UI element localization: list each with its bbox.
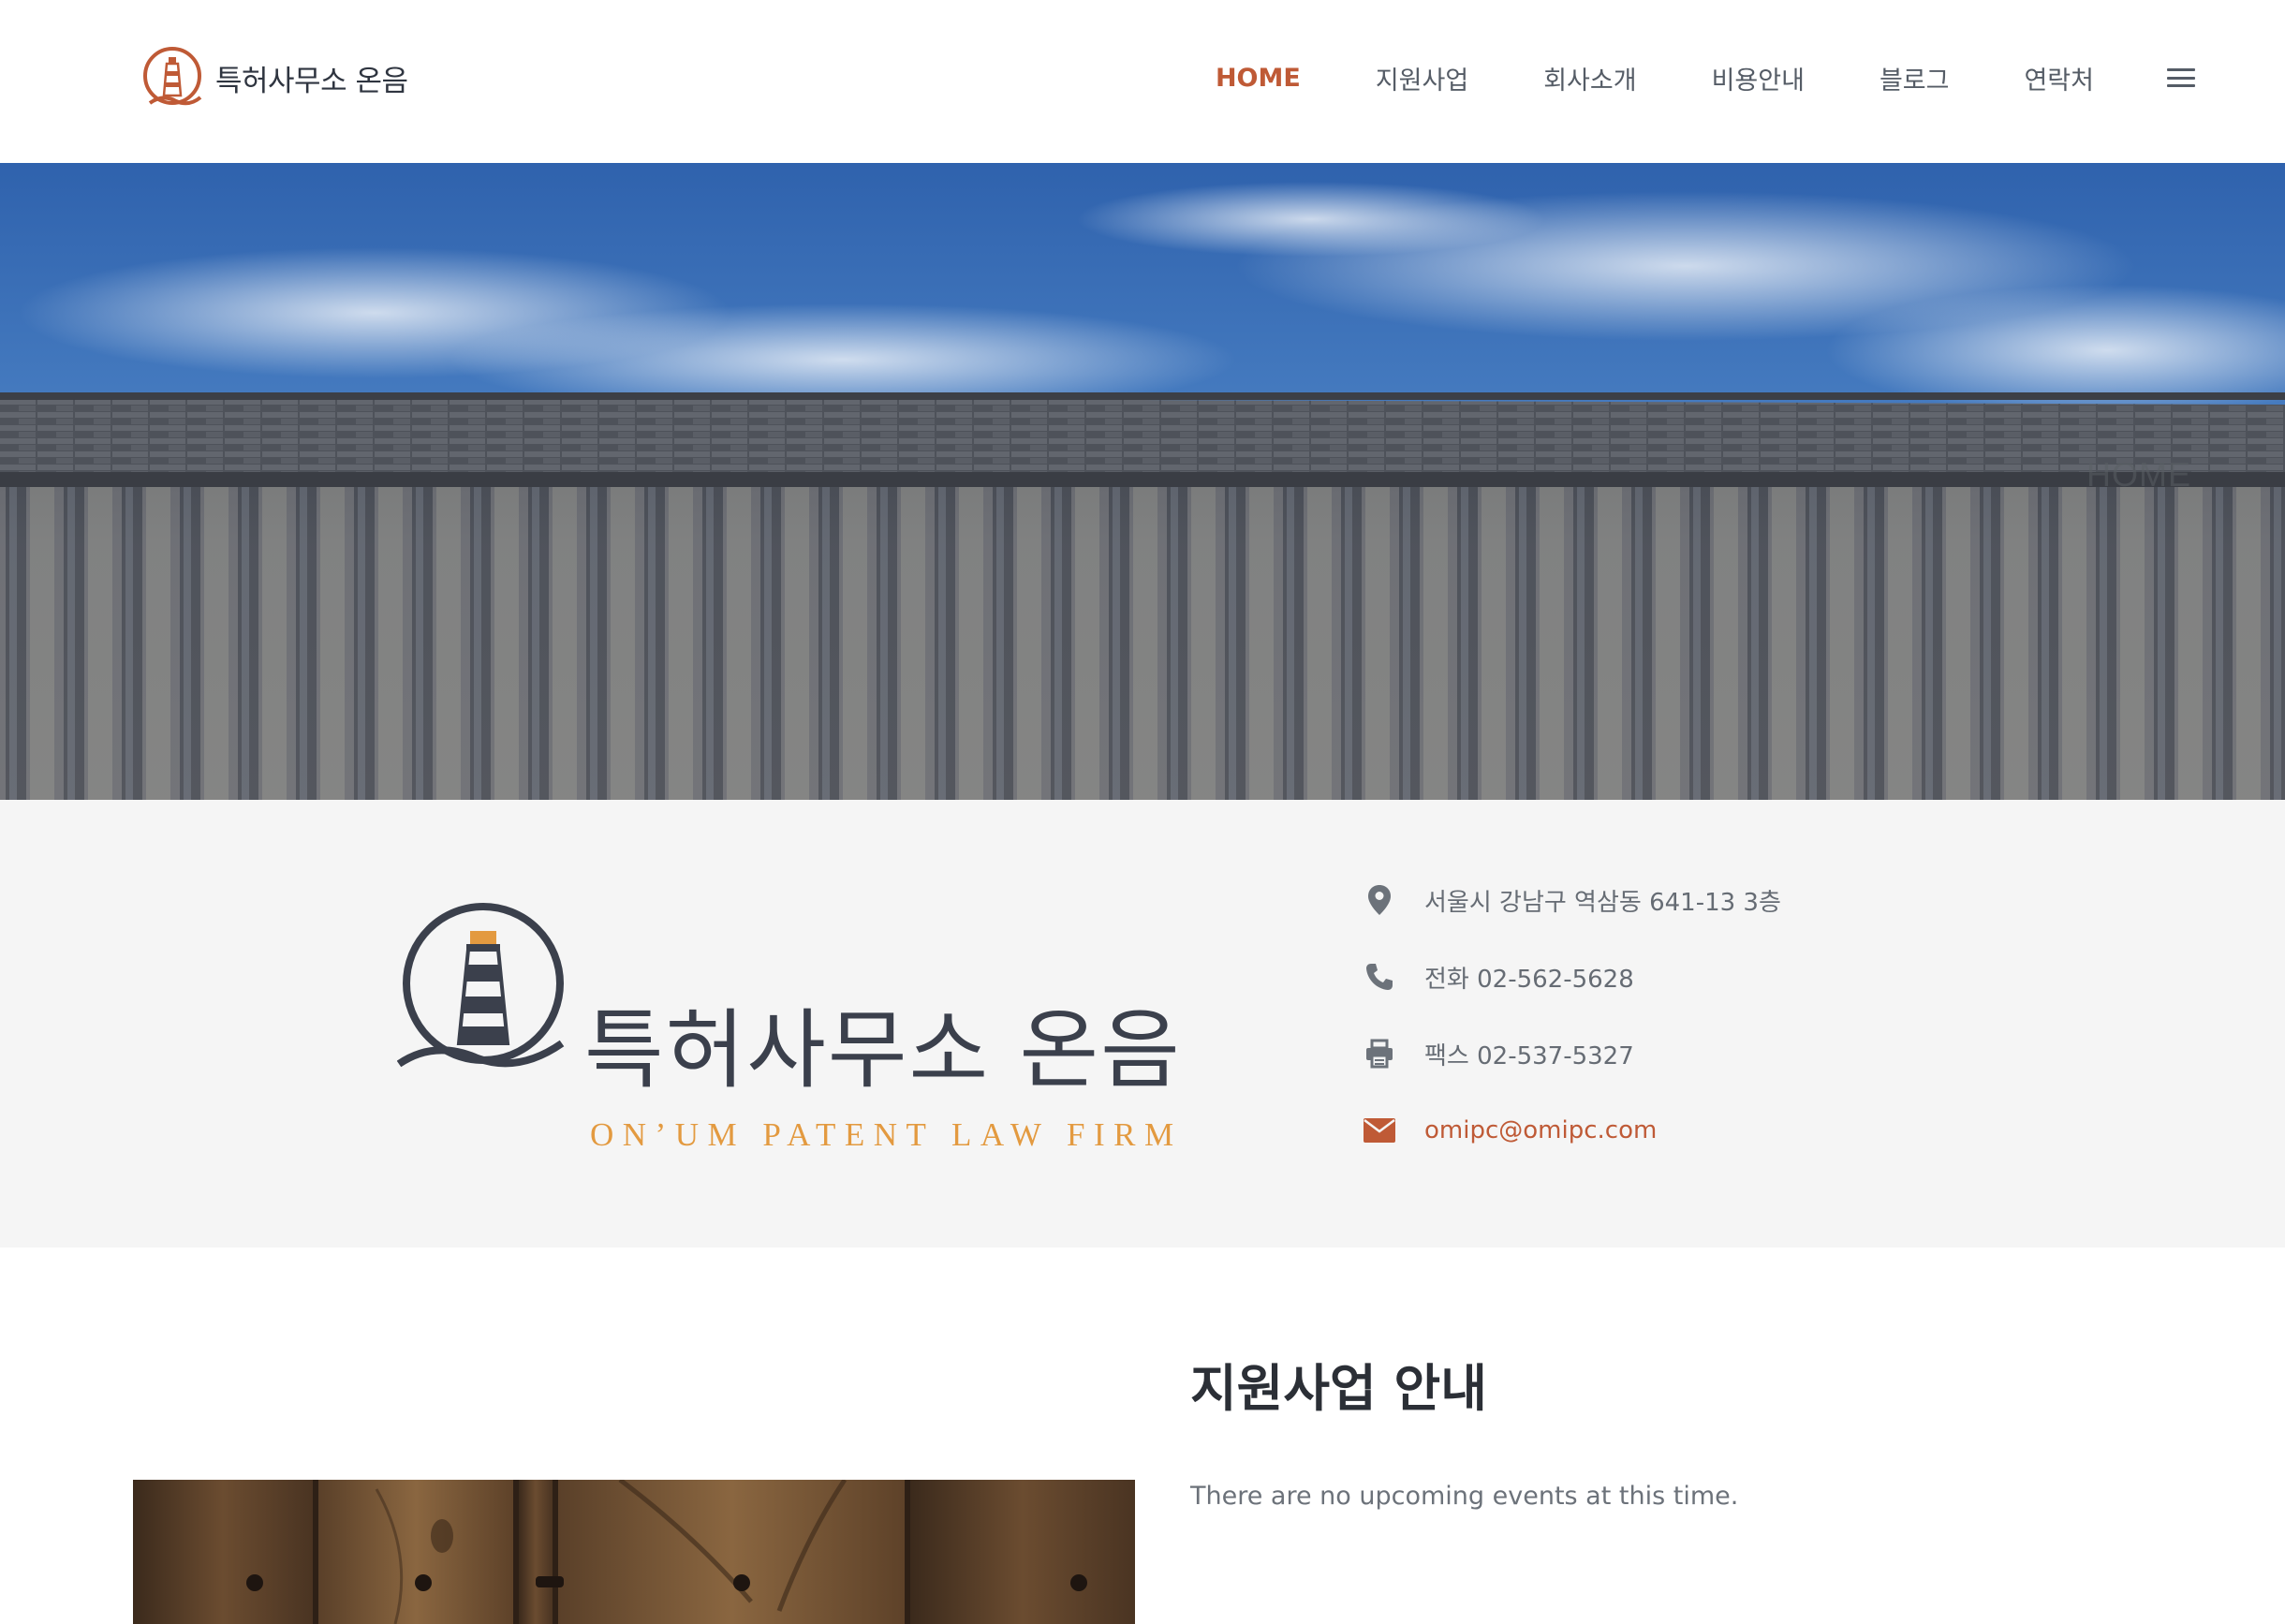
hero-banner: HOME (0, 163, 2285, 800)
lighthouse-logo-icon (143, 47, 202, 106)
hamburger-icon[interactable] (2167, 68, 2195, 87)
roof-tiles-image (0, 163, 2285, 800)
contact-email: omipc@omipc.com (1363, 1092, 1781, 1169)
main-nav: HOME 지원사업 회사소개 비용안내 블로그 연락처 (1141, 47, 2195, 109)
contact-phone: 전화 02-562-5628 (1363, 938, 1781, 1015)
nav-support-programs[interactable]: 지원사업 (1376, 60, 1468, 96)
lighthouse-emblem-icon (397, 903, 565, 1068)
breadcrumb[interactable]: HOME (2086, 455, 2191, 495)
brand-logo-link[interactable]: 특허사무소 온음 (140, 45, 408, 111)
section-title: 지원사업 안내 (1190, 1359, 1487, 1418)
logo-english-name: ON’UM PATENT LAW FIRM (590, 1116, 1183, 1153)
nav-pricing[interactable]: 비용안내 (1712, 60, 1805, 96)
envelope-icon (1363, 1114, 1396, 1147)
site-header: 특허사무소 온음 HOME 지원사업 회사소개 비용안내 블로그 연락처 (0, 0, 2285, 163)
contact-list: 서울시 강남구 역삼동 641-13 3층 전화 02-562-5628 팩스 … (1363, 862, 1781, 1169)
nav-contact[interactable]: 연락처 (2024, 60, 2094, 96)
phone-text[interactable]: 전화 02-562-5628 (1424, 960, 1634, 995)
nav-blog[interactable]: 블로그 (1880, 60, 1950, 96)
contact-address: 서울시 강남구 역삼동 641-13 3층 (1363, 862, 1781, 938)
nav-about[interactable]: 회사소개 (1543, 60, 1636, 96)
fax-icon (1363, 1037, 1396, 1070)
contact-band: 특허사무소 온음 ON’UM PATENT LAW FIRM 서울시 강남구 역… (0, 800, 2285, 1248)
fax-text: 팩스 02-537-5327 (1424, 1041, 1634, 1070)
brand-name: 특허사무소 온음 (215, 64, 408, 98)
email-link[interactable]: omipc@omipc.com (1424, 1116, 1657, 1144)
phone-icon (1363, 960, 1396, 994)
wooden-door-image (133, 1480, 1135, 1624)
map-pin-icon (1363, 883, 1396, 917)
nav-home[interactable]: HOME (1216, 64, 1301, 93)
logo-korean-name: 특허사무소 온음 (584, 1000, 1182, 1100)
address-text: 서울시 강남구 역삼동 641-13 3층 (1424, 888, 1781, 917)
firm-logo: 특허사무소 온음 ON’UM PATENT LAW FIRM (397, 903, 1221, 1151)
contact-fax: 팩스 02-537-5327 (1363, 1015, 1781, 1092)
no-events-message: There are no upcoming events at this tim… (1190, 1482, 1739, 1511)
